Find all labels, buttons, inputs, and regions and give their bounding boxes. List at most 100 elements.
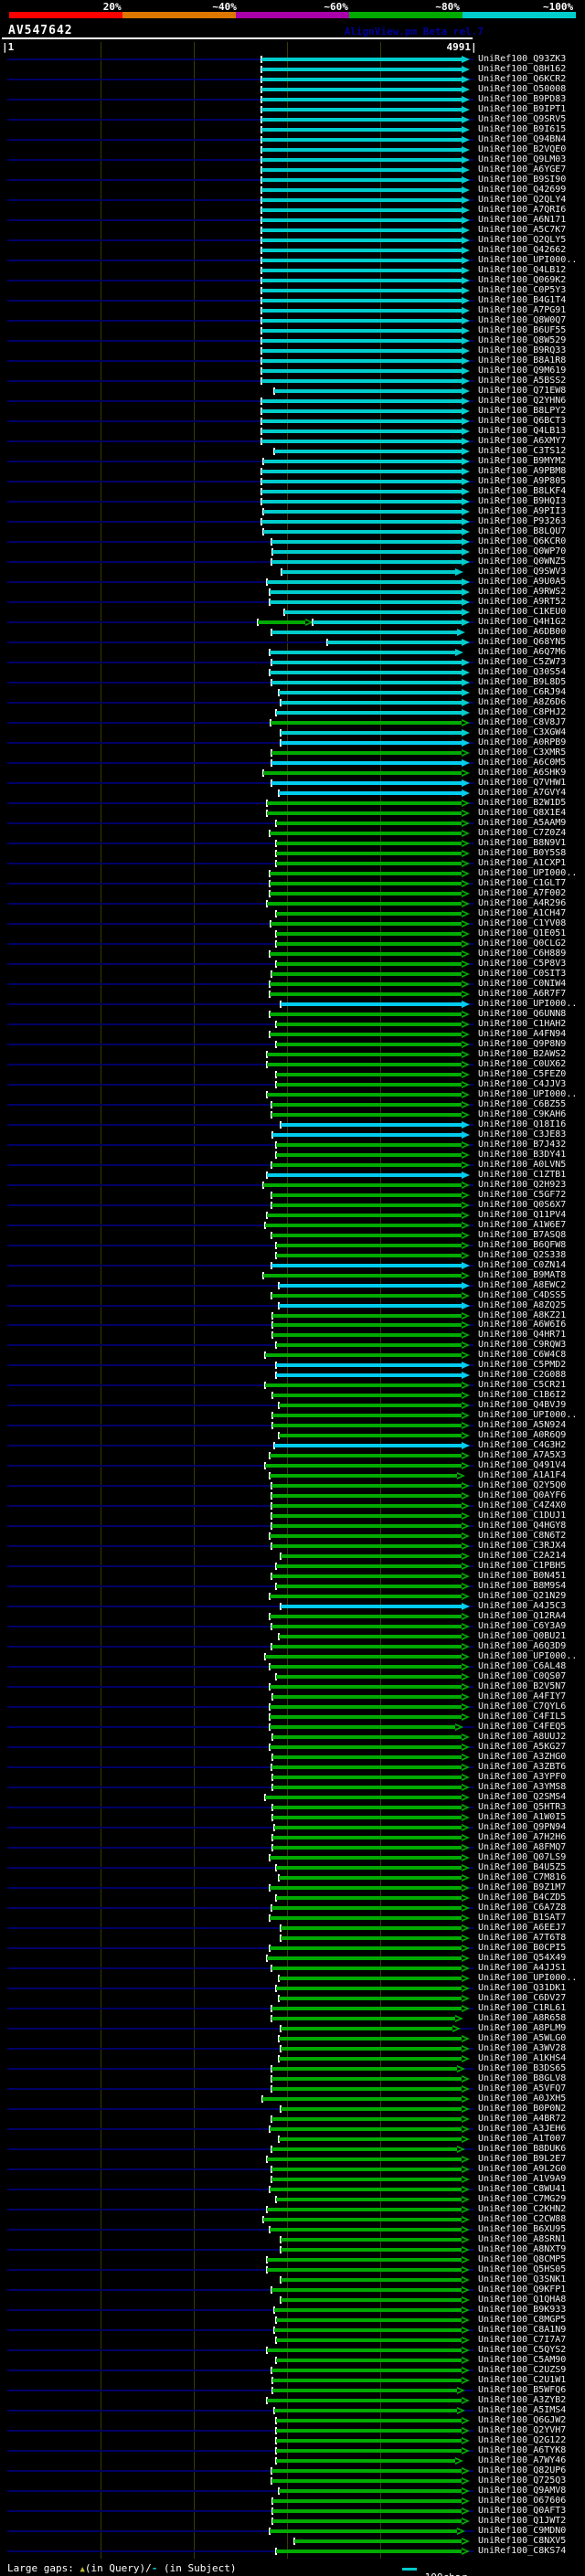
hit-label[interactable]: UniRef100_A8ZQ25 bbox=[478, 1300, 566, 1310]
hit-label[interactable]: UniRef100_C6A7Z8 bbox=[478, 1903, 566, 1913]
hsp-bar[interactable] bbox=[280, 2248, 463, 2253]
hit-label[interactable]: UniRef100_A9L2G0 bbox=[478, 2164, 566, 2174]
hit-label[interactable]: UniRef100_B6XU95 bbox=[478, 2224, 566, 2234]
hsp-bar[interactable] bbox=[271, 1494, 463, 1499]
hit-label[interactable]: UniRef100_Q93ZK3 bbox=[478, 54, 566, 64]
hsp-bar[interactable] bbox=[270, 1916, 463, 1921]
hsp-bar[interactable] bbox=[262, 1273, 463, 1277]
hit-label[interactable]: UniRef100_C3JE83 bbox=[478, 1129, 566, 1140]
hit-label[interactable]: UniRef100_C3XMR5 bbox=[478, 747, 566, 758]
hit-label[interactable]: UniRef100_A1KHS4 bbox=[478, 2053, 566, 2063]
hsp-bar[interactable] bbox=[262, 529, 463, 534]
hsp-bar[interactable] bbox=[271, 750, 463, 755]
hit-label[interactable]: UniRef100_C5QYS2 bbox=[478, 2345, 566, 2355]
hit-label[interactable]: UniRef100_Q4BVJ9 bbox=[478, 1400, 566, 1410]
hit-label[interactable]: UniRef100_B9SI90 bbox=[478, 175, 566, 185]
hsp-bar[interactable] bbox=[265, 1353, 463, 1358]
hit-label[interactable]: UniRef100_Q8CMP5 bbox=[478, 2254, 566, 2264]
hit-label[interactable]: UniRef100_C0QS07 bbox=[478, 1671, 566, 1681]
hit-label[interactable]: UniRef100_B2W1D5 bbox=[478, 798, 566, 808]
hit-label[interactable]: UniRef100_Q0CLG2 bbox=[478, 938, 566, 949]
hit-label[interactable]: UniRef100_B7J432 bbox=[478, 1140, 566, 1150]
hsp-bar[interactable] bbox=[270, 2127, 463, 2132]
hsp-bar[interactable] bbox=[271, 2147, 458, 2152]
hit-label[interactable]: UniRef100_C8KS74 bbox=[478, 2546, 566, 2556]
hsp-bar[interactable] bbox=[271, 2178, 463, 2182]
hit-label[interactable]: UniRef100_C8A1N9 bbox=[478, 2325, 566, 2335]
hit-label[interactable]: UniRef100_A1A1F4 bbox=[478, 1470, 566, 1480]
hsp-bar[interactable] bbox=[271, 1695, 463, 1700]
hit-label[interactable]: UniRef100_Q0S6X7 bbox=[478, 1200, 566, 1210]
hit-label[interactable]: UniRef100_P93263 bbox=[478, 516, 566, 526]
hsp-bar[interactable] bbox=[271, 1293, 463, 1298]
hsp-bar[interactable] bbox=[265, 1383, 463, 1388]
hit-label[interactable]: UniRef100_Q42699 bbox=[478, 185, 566, 195]
hit-label[interactable]: UniRef100_C0UX62 bbox=[478, 1059, 566, 1069]
hit-label[interactable]: UniRef100_C9RQW3 bbox=[478, 1340, 566, 1350]
hit-label[interactable]: UniRef100_UPI000.. bbox=[478, 1089, 577, 1099]
hit-label[interactable]: UniRef100_C5ZW73 bbox=[478, 657, 566, 667]
hsp-bar[interactable] bbox=[275, 1042, 463, 1046]
hit-label[interactable]: UniRef100_A7A5X3 bbox=[478, 1450, 566, 1460]
hsp-bar[interactable] bbox=[270, 1685, 463, 1690]
hsp-bar[interactable] bbox=[261, 197, 463, 202]
hit-label[interactable]: UniRef100_C7M816 bbox=[478, 1872, 566, 1882]
hit-label[interactable]: UniRef100_A8FMQ7 bbox=[478, 1842, 566, 1852]
hsp-bar[interactable] bbox=[262, 770, 463, 775]
hsp-bar[interactable] bbox=[271, 1776, 463, 1780]
hit-label[interactable]: UniRef100_Q31DK1 bbox=[478, 1983, 566, 1993]
hit-label[interactable]: UniRef100_C1DUJ1 bbox=[478, 1511, 566, 1521]
hit-label[interactable]: UniRef100_A0R6Q9 bbox=[478, 1430, 566, 1440]
hsp-bar[interactable] bbox=[279, 1404, 463, 1408]
hsp-bar[interactable] bbox=[261, 499, 463, 504]
hit-label[interactable]: UniRef100_Q0AFT3 bbox=[478, 2506, 566, 2516]
hit-label[interactable]: UniRef100_A7F002 bbox=[478, 888, 566, 898]
hsp-bar[interactable] bbox=[271, 1836, 463, 1840]
hsp-bar[interactable] bbox=[279, 1303, 463, 1308]
hit-label[interactable]: UniRef100_C2CW88 bbox=[478, 2214, 566, 2224]
hsp-bar[interactable] bbox=[261, 298, 463, 302]
hsp-bar[interactable] bbox=[270, 1454, 463, 1458]
hsp-bar[interactable] bbox=[271, 1846, 463, 1850]
hsp-bar[interactable] bbox=[271, 2509, 463, 2514]
hsp-bar[interactable] bbox=[270, 1595, 463, 1599]
hsp-bar[interactable] bbox=[275, 1373, 463, 1378]
hsp-bar[interactable] bbox=[266, 2258, 463, 2263]
hit-label[interactable]: UniRef100_Q3SNK1 bbox=[478, 2274, 566, 2284]
hsp-bar[interactable] bbox=[275, 1022, 463, 1026]
hit-label[interactable]: UniRef100_B4CZD5 bbox=[478, 1892, 566, 1903]
hsp-bar[interactable] bbox=[265, 1223, 463, 1227]
hsp-bar[interactable] bbox=[275, 1866, 463, 1871]
hit-label[interactable]: UniRef100_B0N451 bbox=[478, 1571, 566, 1581]
hsp-bar[interactable] bbox=[275, 841, 463, 845]
hit-label[interactable]: UniRef100_C2G088 bbox=[478, 1370, 566, 1380]
hsp-bar[interactable] bbox=[270, 871, 463, 875]
hit-label[interactable]: UniRef100_Q5HS05 bbox=[478, 2264, 566, 2274]
hit-label[interactable]: UniRef100_Q2YHN6 bbox=[478, 396, 566, 406]
hsp-bar[interactable] bbox=[271, 1112, 463, 1117]
hit-label[interactable]: UniRef100_Q8H162 bbox=[478, 64, 566, 74]
hit-label[interactable]: UniRef100_C3XGW4 bbox=[478, 727, 566, 737]
hsp-bar[interactable] bbox=[261, 137, 463, 142]
hsp-bar[interactable] bbox=[275, 941, 463, 946]
hsp-bar[interactable] bbox=[279, 2037, 463, 2041]
hsp-bar[interactable] bbox=[271, 2369, 463, 2373]
hsp-bar[interactable] bbox=[266, 901, 463, 906]
hsp-bar[interactable] bbox=[271, 1203, 463, 1207]
hit-label[interactable]: UniRef100_Q8W0Q7 bbox=[478, 315, 566, 325]
hit-label[interactable]: UniRef100_Q07LS9 bbox=[478, 1852, 566, 1862]
hit-label[interactable]: UniRef100_B0Y5S8 bbox=[478, 848, 566, 858]
hsp-bar[interactable] bbox=[275, 911, 463, 916]
hsp-bar[interactable] bbox=[270, 1715, 463, 1720]
hsp-bar[interactable] bbox=[275, 710, 463, 715]
hsp-bar[interactable] bbox=[262, 509, 463, 514]
hsp-bar[interactable] bbox=[271, 971, 463, 976]
hsp-bar[interactable] bbox=[326, 640, 463, 644]
hsp-bar[interactable] bbox=[261, 338, 463, 343]
hsp-bar[interactable] bbox=[280, 2238, 463, 2242]
hsp-bar[interactable] bbox=[271, 2499, 463, 2504]
hit-label[interactable]: UniRef100_C2U1W1 bbox=[478, 2375, 566, 2385]
hit-label[interactable]: UniRef100_UPI000.. bbox=[478, 1651, 577, 1661]
hsp-bar[interactable] bbox=[261, 77, 463, 81]
hit-label[interactable]: UniRef100_C8WU41 bbox=[478, 2184, 566, 2194]
